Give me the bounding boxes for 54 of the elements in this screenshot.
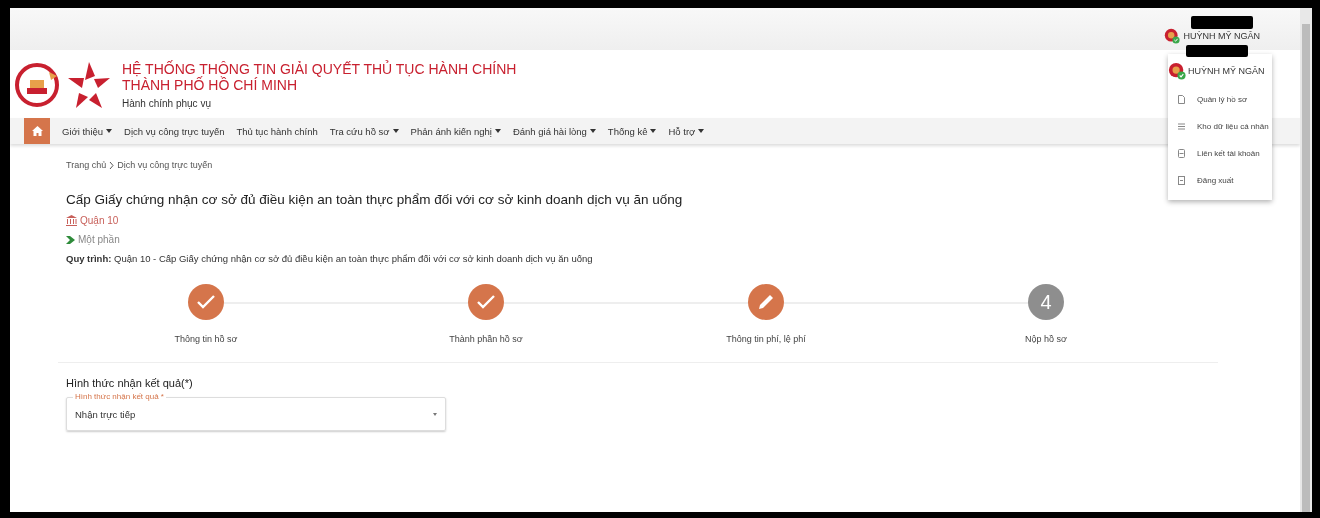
redaction-bar xyxy=(1186,45,1248,57)
check-icon xyxy=(197,295,215,309)
breadcrumb-link[interactable]: Dịch vụ công trực tuyến xyxy=(117,160,213,170)
building-icon xyxy=(66,215,77,226)
caret-icon xyxy=(650,129,657,133)
menu-user-name: HUỲNH MỸ NGÂN xyxy=(1188,66,1265,76)
menu-item[interactable]: Liên kết tài khoản xyxy=(1168,140,1272,167)
scrollbar[interactable] xyxy=(1300,8,1312,512)
procedure-title: Cấp Giấy chứng nhận cơ sở đủ điều kiện an toàn thực phẩm đối với cơ sở kinh doanh dịch vụ ăn uống xyxy=(66,192,684,207)
avatar-icon xyxy=(1164,28,1181,44)
nav-item[interactable]: Giới thiệu xyxy=(56,125,119,137)
chevron-icon xyxy=(109,161,115,169)
step-label: Nộp hồ sơ xyxy=(1025,334,1067,344)
caret-icon xyxy=(698,129,705,133)
field-label: Hình thức nhận kết quả * xyxy=(73,392,166,401)
slogan: Hành chính phục vụ xyxy=(122,98,212,109)
redaction-bar xyxy=(1191,16,1253,29)
caret-icon xyxy=(433,412,437,416)
breadcrumb-link[interactable]: Trang chủ xyxy=(66,160,107,170)
nav-item[interactable]: Phản ánh kiến nghị xyxy=(404,125,507,137)
system-title: HỆ THỐNG THÔNG TIN GIẢI QUYẾT THỦ TỤC HÀNH CHÍNH xyxy=(122,61,517,77)
step-label: Thành phần hồ sơ xyxy=(449,334,523,344)
caret-icon xyxy=(589,129,596,133)
document-icon xyxy=(1178,95,1185,104)
star-logo xyxy=(66,60,112,110)
form-heading: Hình thức nhận kết quả(*) xyxy=(66,377,194,389)
nav-item[interactable]: Thống kê xyxy=(601,125,663,137)
list-icon xyxy=(1178,123,1185,130)
nav-item[interactable]: Thủ tục hành chính xyxy=(230,125,324,137)
agency-text: Quận 10 xyxy=(80,215,119,226)
card-icon xyxy=(1178,149,1185,158)
step-number: 4 xyxy=(1040,290,1052,314)
menu-item[interactable]: Kho dữ liệu cá nhân xyxy=(1168,113,1272,140)
nav-item[interactable]: Tra cứu hồ sơ xyxy=(323,125,405,137)
home-icon xyxy=(31,126,43,136)
caret-icon xyxy=(494,129,501,133)
menu-item[interactable]: Đăng xuất xyxy=(1168,167,1272,194)
step-label: Thông tin hồ sơ xyxy=(174,334,238,344)
menu-item[interactable]: Quản lý hồ sơ xyxy=(1168,86,1272,113)
caret-icon xyxy=(392,129,399,133)
level-text: Một phần xyxy=(78,234,120,245)
process-text: Quy trình: Quận 10 - Cấp Giấy chứng nhận cơ sở đủ điều kiện an toàn thực phẩm đối với cơ sở kinh doanh dịch vụ ăn uống xyxy=(66,253,594,264)
check-icon xyxy=(477,295,495,309)
nav-item[interactable]: Đánh giá hài lòng xyxy=(506,125,602,137)
city-title: THÀNH PHỐ HỒ CHÍ MINH xyxy=(122,77,298,93)
pencil-icon xyxy=(757,293,775,311)
nav-item[interactable]: Dịch vụ công trực tuyến xyxy=(118,125,231,137)
home-button[interactable] xyxy=(24,118,50,144)
step-label: Thông tin phí, lệ phí xyxy=(726,334,806,344)
user-account[interactable]: HUỲNH MỸ NGÂN xyxy=(1164,28,1260,44)
emblem-logo xyxy=(14,62,60,108)
arrow-icon xyxy=(66,235,75,244)
caret-icon xyxy=(106,129,113,133)
nav-item[interactable]: Hỗ trợ xyxy=(662,125,711,137)
